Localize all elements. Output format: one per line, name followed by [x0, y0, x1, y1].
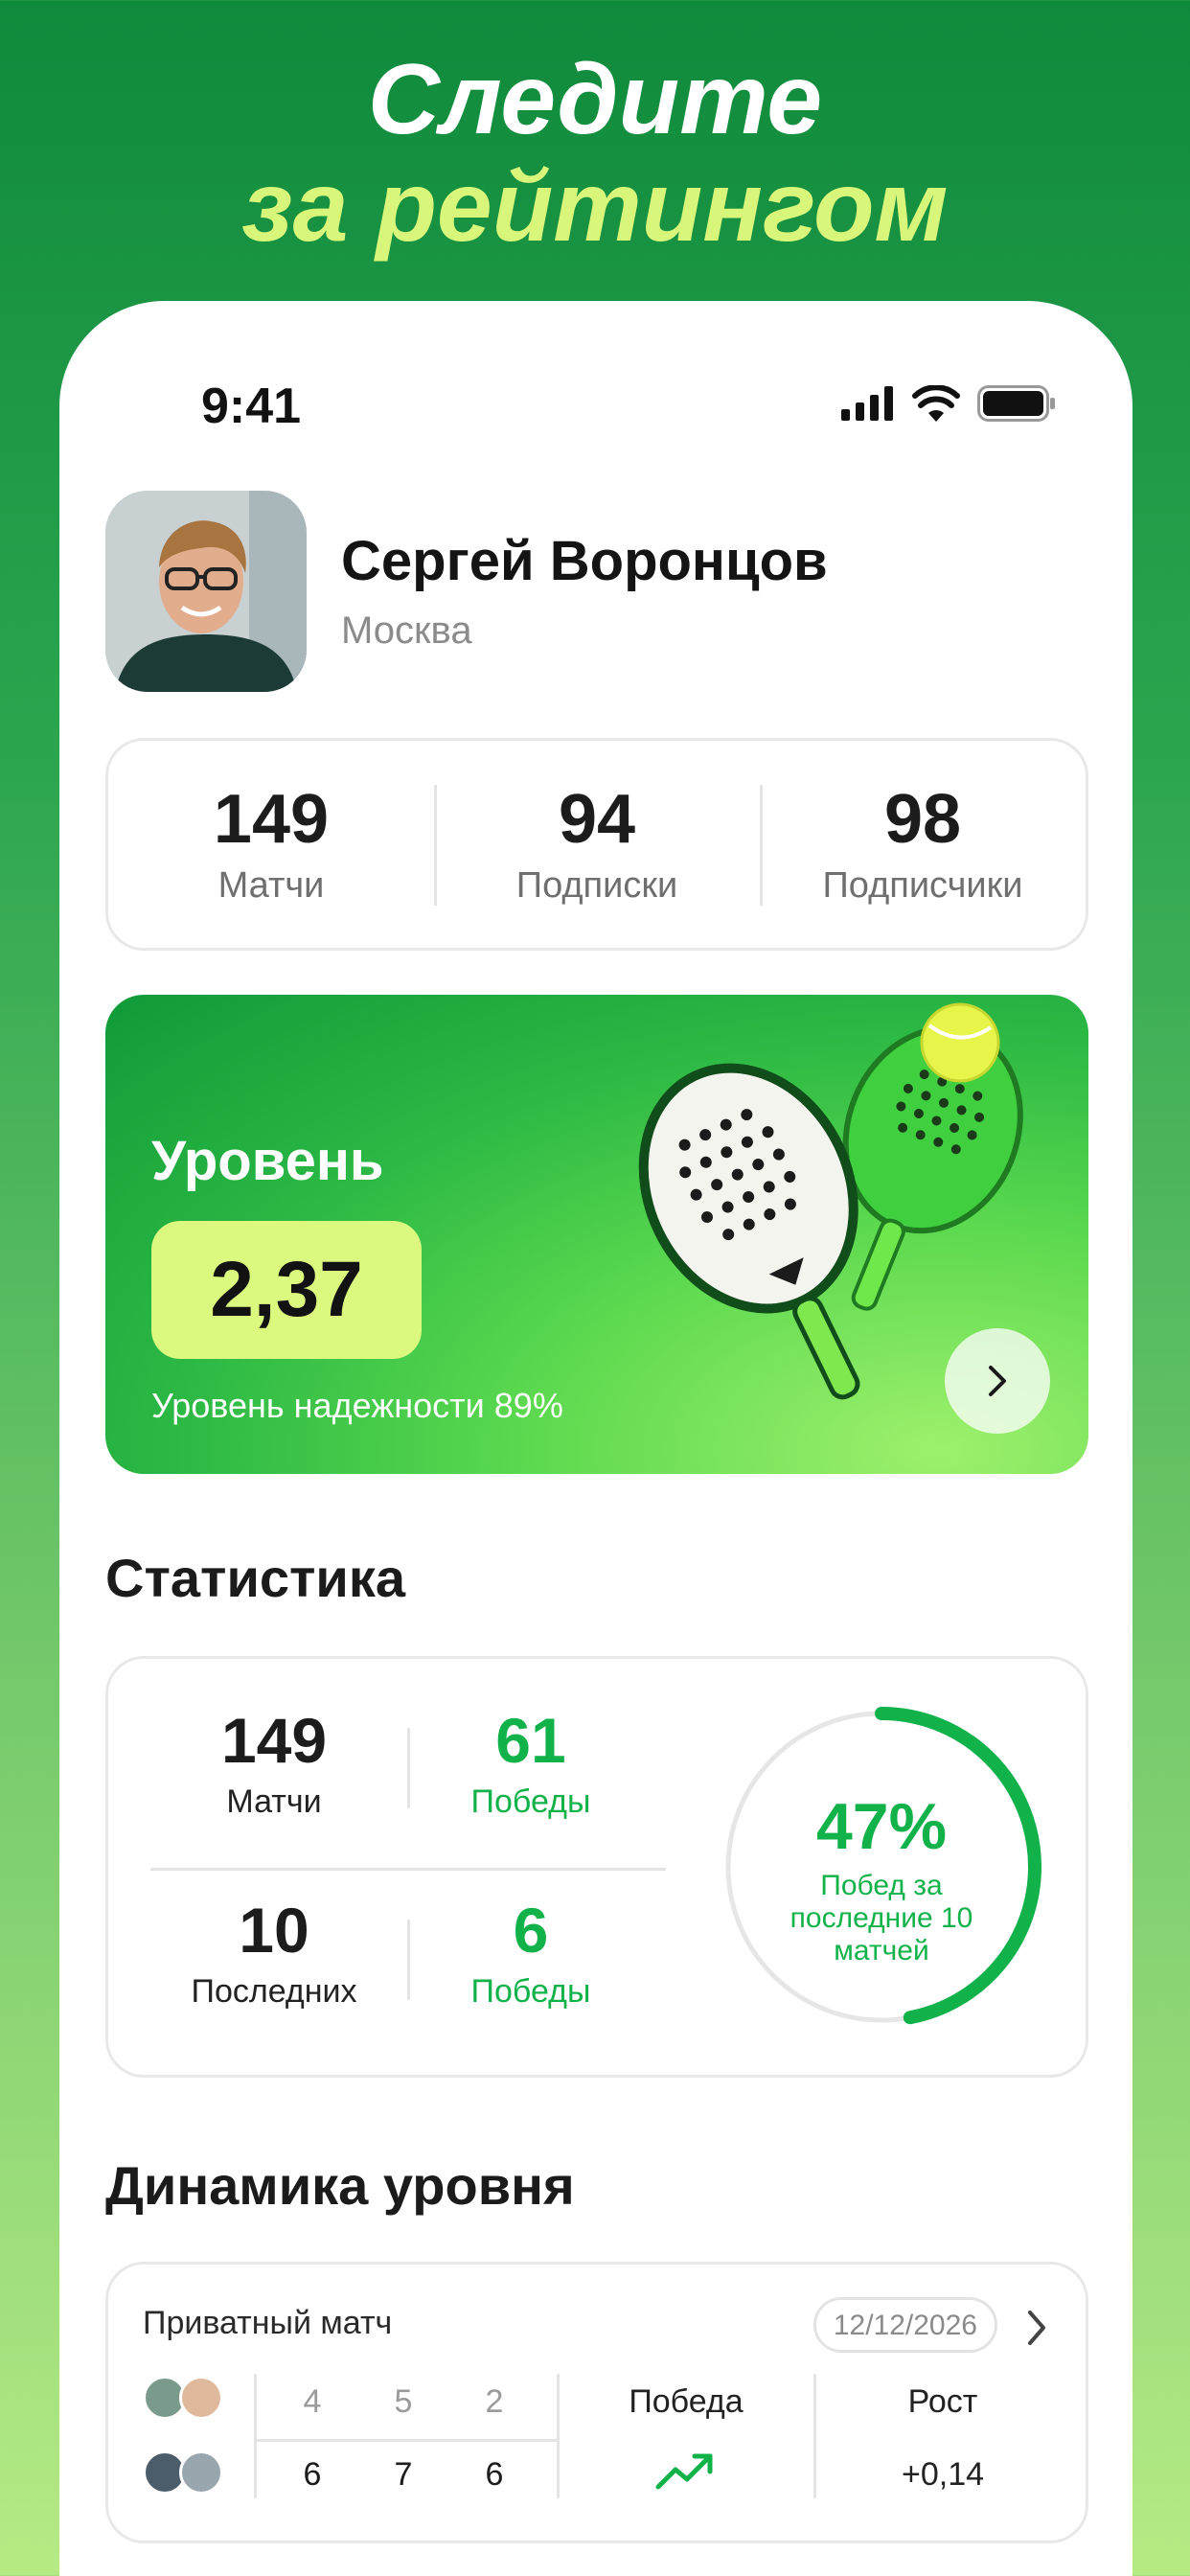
counter-value: 98	[883, 781, 962, 858]
stat-value: 61	[495, 1705, 566, 1776]
match-result: Победа	[629, 2383, 744, 2420]
stat-recent-wins: 6 Победы	[421, 1895, 641, 2011]
level-title: Уровень	[151, 1130, 384, 1192]
divider	[813, 2374, 816, 2498]
score-team-1-set-2: 5	[394, 2383, 413, 2420]
divider	[407, 1728, 410, 1808]
counter-followers[interactable]: 98 Подписчики	[760, 741, 1086, 948]
headline-line-2: за рейтингом	[241, 151, 949, 263]
counter-matches[interactable]: 149 Матчи	[108, 741, 434, 948]
match-date: 12/12/2026	[812, 2297, 997, 2353]
divider	[254, 2374, 257, 2498]
score-team-2-set-3: 6	[485, 2456, 504, 2493]
counter-label: Матчи	[217, 865, 325, 906]
headline-line-1: Следите	[367, 44, 823, 155]
stat-label: Последних	[191, 1973, 357, 2010]
status-icons	[841, 385, 1056, 422]
avatar[interactable]	[105, 491, 307, 692]
battery-icon	[977, 385, 1055, 422]
level-card[interactable]: Уровень 2,37 Уровень надежности 89%	[105, 995, 1088, 1474]
headline: Следите за рейтингом	[0, 46, 1190, 261]
divider	[150, 1868, 666, 1871]
match-type: Приватный матч	[143, 2305, 393, 2341]
team-2-avatars	[143, 2450, 223, 2495]
divider	[254, 2439, 557, 2442]
counter-value: 94	[558, 781, 636, 858]
profile-city: Москва	[341, 610, 472, 652]
status-bar: 9:41	[59, 368, 1133, 445]
rating-change-label: Рост	[907, 2383, 978, 2420]
score-team-2-set-1: 6	[303, 2456, 322, 2493]
profile-header: Сергей Воронцов Москва	[105, 491, 1064, 692]
statistics-title: Статистика	[105, 1548, 406, 1608]
score-team-1-set-1: 4	[303, 2383, 322, 2420]
divider	[557, 2374, 560, 2498]
status-time: 9:41	[201, 379, 302, 434]
divider	[407, 1920, 410, 2000]
profile-counters: 149 Матчи 94 Подписки 98 Подписчики	[105, 738, 1088, 951]
counter-label: Подписчики	[822, 865, 1023, 906]
avatar-photo	[105, 491, 307, 692]
match-card[interactable]: Приватный матч 12/12/2026 4 5 2 6 7 6 По…	[105, 2262, 1088, 2543]
player-avatar	[179, 2376, 223, 2420]
stat-recent: 10 Последних	[164, 1895, 384, 2011]
team-1-avatars	[143, 2376, 223, 2420]
level-reliability: Уровень надежности 89%	[151, 1386, 563, 1425]
score-team-1-set-3: 2	[485, 2383, 504, 2420]
stat-value: 10	[239, 1895, 309, 1966]
stat-matches: 149 Матчи	[164, 1705, 384, 1821]
chevron-right-icon[interactable]	[1022, 2307, 1051, 2349]
phone-screen: 9:41 Сергей Воронцов Москва 149 Матчи 94…	[59, 301, 1133, 2576]
win-rate-percent: 47%	[815, 1790, 948, 1863]
statistics-card: 149 Матчи 61 Победы 10 Последних 6 Побед…	[105, 1656, 1088, 2078]
level-details-button[interactable]	[945, 1328, 1050, 1434]
wifi-icon	[912, 385, 960, 422]
dynamics-title: Динамика уровня	[105, 2155, 575, 2216]
win-rate-text: 47% Побед за последние 10 матчей	[716, 1701, 1047, 2033]
stat-label: Победы	[470, 1783, 591, 1820]
level-value-badge: 2,37	[151, 1221, 422, 1359]
counter-label: Подписки	[515, 865, 678, 906]
counter-value: 149	[213, 781, 330, 858]
trend-up-icon	[655, 2453, 713, 2490]
stat-wins: 61 Победы	[421, 1705, 641, 1821]
win-rate-description: Побед за последние 10 матчей	[790, 1870, 973, 1966]
profile-name: Сергей Воронцов	[341, 530, 828, 592]
stat-label: Победы	[470, 1973, 591, 2010]
score-team-2-set-2: 7	[394, 2456, 413, 2493]
counter-following[interactable]: 94 Подписки	[434, 741, 760, 948]
cellular-signal-icon	[841, 386, 893, 421]
stat-label: Матчи	[226, 1783, 322, 1820]
rating-change-value: +0,14	[901, 2456, 985, 2493]
stat-value: 6	[513, 1895, 549, 1966]
stat-value: 149	[220, 1705, 328, 1776]
player-avatar	[179, 2450, 223, 2495]
chevron-right-icon	[989, 1366, 1006, 1396]
